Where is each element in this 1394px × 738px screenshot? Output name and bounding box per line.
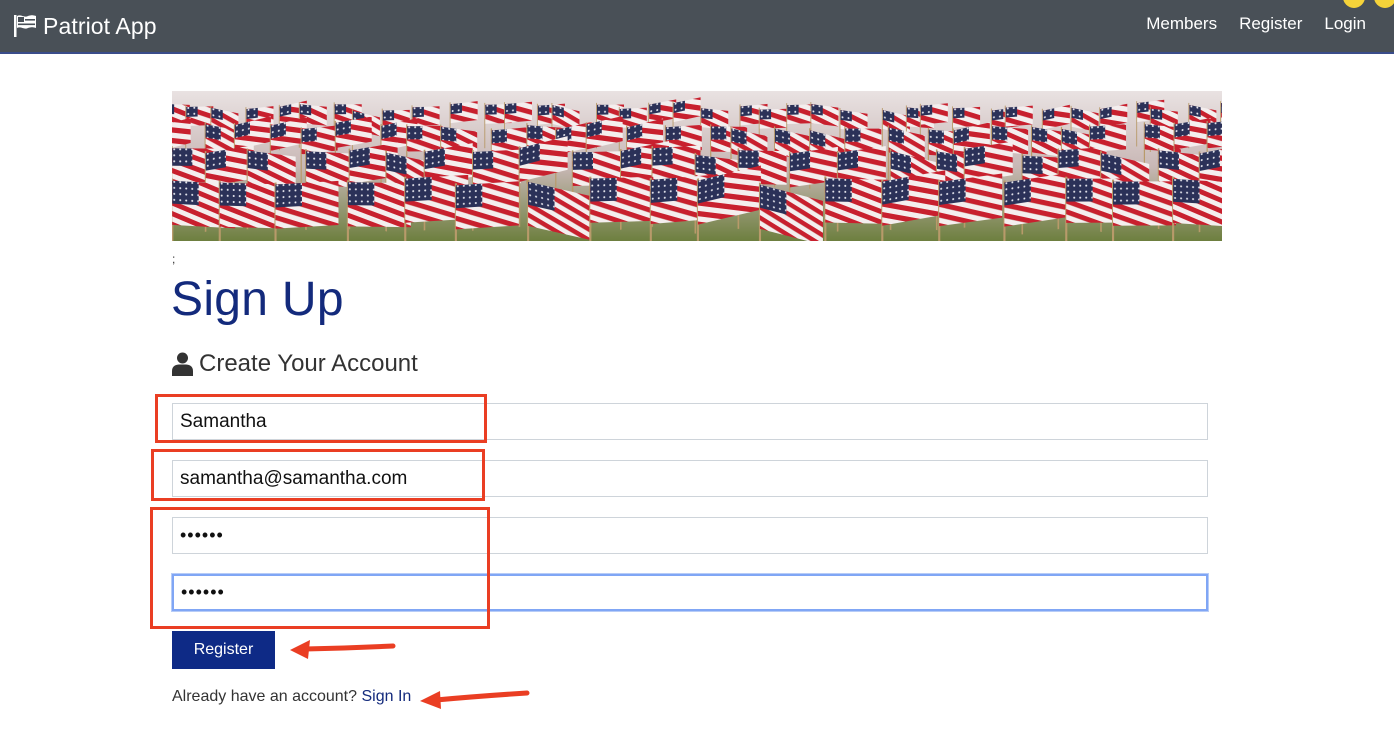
nav-links: Members Register Login	[1146, 14, 1366, 34]
flags-banner-image	[172, 91, 1222, 241]
nav-link-register[interactable]: Register	[1239, 14, 1302, 34]
register-button[interactable]: Register	[172, 631, 275, 669]
arrow-icon	[290, 640, 396, 659]
highlight-box-name	[155, 394, 487, 443]
nav-link-login[interactable]: Login	[1324, 14, 1366, 34]
brand-link[interactable]: Patriot App	[12, 9, 157, 43]
highlight-box-email	[151, 449, 485, 501]
highlight-box-passwords	[150, 507, 490, 629]
emoji-icon	[1374, 0, 1394, 8]
form-subtitle: Create Your Account	[172, 350, 418, 378]
top-navbar: Patriot App Members Register Login	[0, 0, 1394, 54]
signin-link[interactable]: Sign In	[361, 688, 411, 705]
stray-text: ;	[172, 252, 176, 266]
flag-icon	[14, 15, 36, 37]
subtitle-text: Create Your Account	[199, 350, 418, 377]
signin-prompt: Already have an account? Sign In	[172, 688, 411, 706]
page-title: Sign Up	[171, 273, 344, 326]
arrow-icon	[420, 690, 530, 709]
nav-link-members[interactable]: Members	[1146, 14, 1217, 34]
brand-name: Patriot App	[43, 12, 157, 39]
user-icon	[172, 352, 193, 376]
emoji-icon	[1343, 0, 1365, 8]
signin-prompt-text: Already have an account?	[172, 688, 358, 705]
